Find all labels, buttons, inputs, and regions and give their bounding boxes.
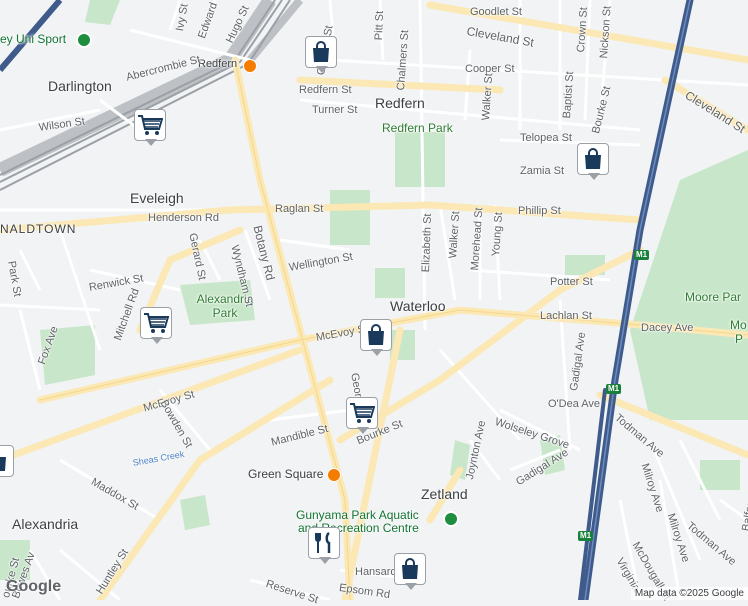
shopping-cart-icon [144, 313, 169, 333]
shopping-bag-icon [0, 457, 6, 471]
shopping-cart-marker[interactable] [134, 109, 168, 147]
shopping-bag-icon [585, 148, 601, 169]
map-canvas[interactable]: M1 M1 M1 Darlington Redfern Eveleigh NAL… [0, 0, 748, 606]
gym-icon[interactable] [76, 32, 92, 48]
shopping-bag-marker[interactable] [394, 553, 428, 591]
google-logo: Google [6, 578, 62, 595]
shopping-bag-icon [402, 558, 418, 579]
train-station-icon[interactable] [243, 59, 257, 73]
shopping-bag-icon [313, 41, 329, 62]
m1-shield: M1 [578, 531, 594, 541]
shopping-cart-marker[interactable] [346, 397, 380, 435]
map-base [0, 0, 748, 600]
m1-shield: M1 [634, 250, 650, 260]
shopping-bag-marker[interactable] [305, 36, 339, 74]
map-attribution[interactable]: Map data ©2025 Google [630, 587, 748, 600]
shopping-cart-icon [350, 403, 375, 423]
train-station-icon[interactable] [327, 468, 341, 482]
shopping-cart-icon [138, 115, 163, 135]
shopping-bag-icon [368, 324, 384, 345]
partial-marker[interactable] [0, 445, 16, 483]
shopping-cart-marker[interactable] [140, 307, 174, 345]
restaurant-marker[interactable] [308, 527, 342, 565]
aquatic-centre-icon[interactable] [443, 511, 459, 527]
shopping-bag-marker[interactable] [360, 319, 394, 357]
restaurant-icon [315, 532, 331, 553]
m1-shield: M1 [606, 384, 622, 394]
shopping-bag-marker[interactable] [577, 143, 611, 181]
